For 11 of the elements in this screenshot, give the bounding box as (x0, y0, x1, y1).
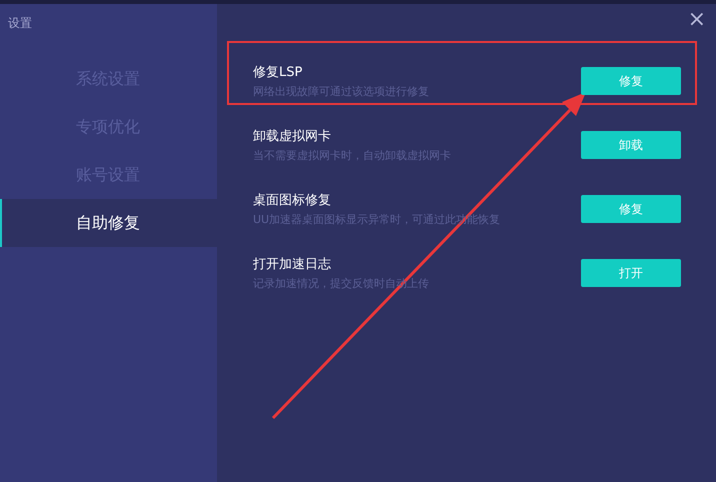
option-title: 卸载虚拟网卡 (253, 128, 332, 145)
action-button[interactable]: 修复 (581, 195, 681, 223)
option-title: 修复LSP (253, 64, 304, 81)
window-title: 设置 (7, 15, 33, 32)
option-title: 桌面图标修复 (253, 192, 332, 209)
action-button[interactable]: 卸载 (581, 131, 681, 159)
action-button[interactable]: 打开 (581, 259, 681, 287)
sidebar-item[interactable]: 自助修复 (0, 199, 217, 247)
close-button[interactable]: × (688, 9, 706, 31)
action-button[interactable]: 修复 (581, 67, 681, 95)
option-title: 打开加速日志 (253, 256, 332, 273)
